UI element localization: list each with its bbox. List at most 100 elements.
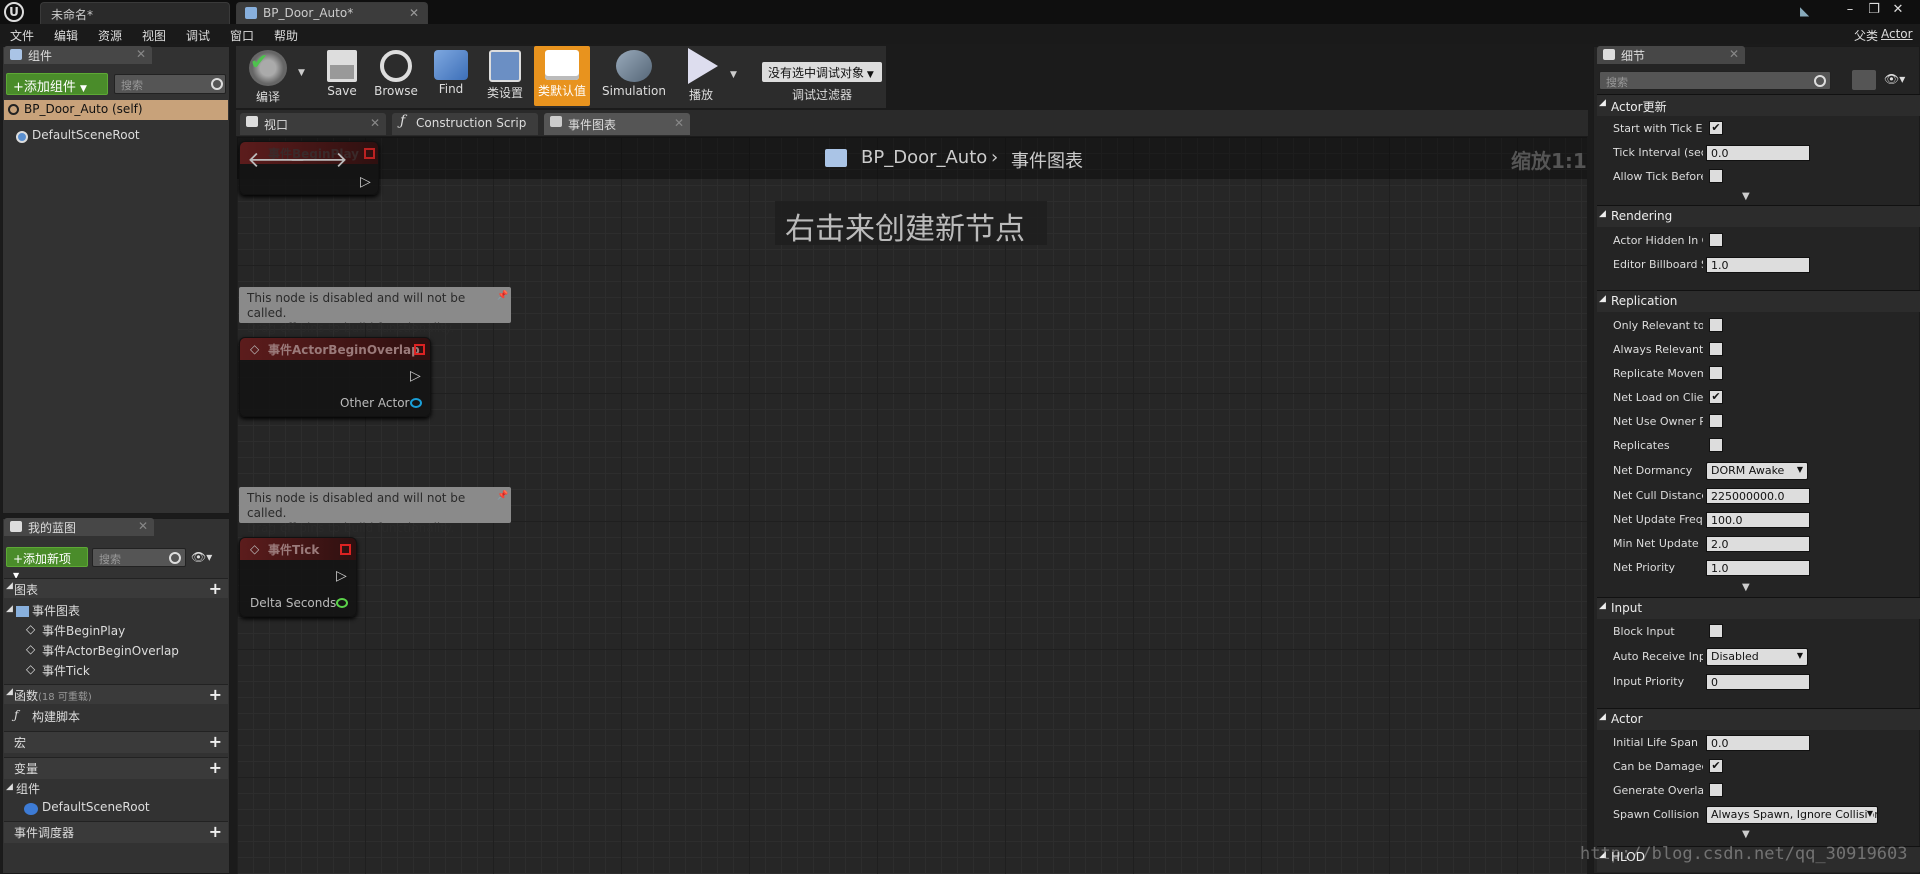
section-input[interactable]: ◢ Input [1597,597,1920,619]
forward-arrow-icon[interactable]: 🡒 [289,147,348,173]
class-settings-button[interactable]: 类设置 [480,46,530,106]
add-component-button[interactable]: +添加组件 ▼ [6,73,108,95]
breadcrumb-graph[interactable]: 事件图表 [1011,147,1083,173]
menu-window[interactable]: 窗口 [230,27,254,44]
section-actor-tick[interactable]: ◢ Actor更新 [1597,94,1920,116]
graph-item-event-graph[interactable]: ◢ 事件图表 [6,602,226,622]
add-macro-plus-icon[interactable]: + [209,732,222,751]
menu-debug[interactable]: 调试 [186,27,210,44]
add-variable-plus-icon[interactable]: + [209,758,222,777]
checkbox-allow-tick-before-begin[interactable] [1709,169,1723,183]
exec-pin-icon[interactable]: ▷ [336,568,347,584]
event-item-tick[interactable]: ◇ 事件Tick [24,662,224,682]
tab-components[interactable]: 组件 ✕ [4,46,152,64]
node-event-tick[interactable]: ◇ 事件Tick ▷ Delta Seconds [239,537,357,617]
advanced-expand-icon[interactable]: ▼ [1742,829,1750,840]
object-pin-icon[interactable] [410,398,422,408]
input-min-net-update-frequency[interactable]: 2.0 [1706,536,1810,552]
delegate-pin-icon[interactable] [414,344,425,355]
menu-file[interactable]: 文件 [10,27,34,44]
play-button[interactable]: 播放 [676,46,726,106]
variable-item-default-scene-root[interactable]: DefaultSceneRoot [22,800,222,820]
input-billboard-scale[interactable]: 1.0 [1706,257,1810,273]
close-icon[interactable]: ✕ [136,47,146,61]
checkbox-can-be-damaged[interactable]: ✔ [1709,759,1723,773]
visibility-eye-icon[interactable]: 👁▾ [1884,72,1905,86]
checkbox-net-load-on-client[interactable]: ✔ [1709,390,1723,404]
class-defaults-button[interactable]: 类默认值 [534,46,590,106]
event-item-beginplay[interactable]: ◇ 事件BeginPlay [24,622,224,642]
my-blueprint-search-input[interactable]: 搜索 [92,548,186,567]
checkbox-net-use-owner-relevancy[interactable] [1709,414,1723,428]
component-item-default-scene-root[interactable]: DefaultSceneRoot [14,128,224,148]
tab-viewport[interactable]: 视口 ✕ [240,113,386,135]
advanced-expand-icon[interactable]: ▼ [1742,582,1750,593]
event-item-actorbeginoverlap[interactable]: ◇ 事件ActorBeginOverlap [24,642,224,662]
checkbox-always-relevant[interactable] [1709,342,1723,356]
input-net-priority[interactable]: 1.0 [1706,560,1810,576]
parent-class-link[interactable]: Actor [1881,27,1913,41]
exec-pin-icon[interactable]: ▷ [410,368,421,384]
menu-assets[interactable]: 资源 [98,27,122,44]
simulation-button[interactable]: Simulation [598,46,670,106]
section-actor[interactable]: ◢ Actor [1597,708,1920,730]
input-net-cull-distance[interactable]: 225000000.0 [1706,488,1810,504]
chevron-down-icon[interactable]: ▼ [298,68,305,78]
section-macros[interactable]: 宏 + [4,731,228,753]
delegate-pin-icon[interactable] [340,544,351,555]
input-net-update-frequency[interactable]: 100.0 [1706,512,1810,528]
close-icon[interactable]: ✕ [370,116,380,130]
float-pin-icon[interactable] [336,598,348,608]
checkbox-actor-hidden[interactable] [1709,233,1723,247]
details-search-input[interactable]: 搜索 [1599,71,1831,90]
exec-pin-icon[interactable]: ▷ [360,174,371,190]
close-icon[interactable]: ✕ [138,519,148,533]
delegate-pin-icon[interactable] [364,148,375,159]
maximize-button[interactable]: ❐ [1864,2,1884,18]
close-icon[interactable]: ✕ [1729,47,1739,61]
tab-my-blueprint[interactable]: 我的蓝图 ✕ [4,518,154,536]
close-icon[interactable]: ✕ [409,6,419,20]
function-item-construction-script[interactable]: ƒ 构建脚本 [10,708,224,728]
visibility-eye-icon[interactable]: 👁▾ [191,550,212,564]
add-dispatcher-plus-icon[interactable]: + [209,822,222,841]
add-graph-plus-icon[interactable]: + [209,579,222,598]
pin-icon[interactable]: 📌 [497,489,508,504]
browse-button[interactable]: Browse [370,46,422,106]
menu-edit[interactable]: 编辑 [54,27,78,44]
variables-components-category[interactable]: ◢ 组件 [6,780,226,800]
compile-button[interactable]: ✔ 编译 [240,46,296,106]
section-functions[interactable]: ◢ 函数(18 可重载) + [4,684,228,704]
tab-event-graph[interactable]: 事件图表 ✕ [544,113,690,135]
section-event-dispatchers[interactable]: 事件调度器 + [4,821,228,843]
section-replication[interactable]: ◢ Replication [1597,290,1920,312]
checkbox-block-input[interactable] [1709,624,1723,638]
breadcrumb-blueprint[interactable]: BP_Door_Auto [861,147,987,168]
event-graph-canvas[interactable]: BP_Door_Auto › 事件图表 缩放1:1 右击来创建新节点 事件Beg… [237,137,1587,874]
checkbox-replicates[interactable] [1709,438,1723,452]
property-matrix-icon[interactable] [1852,70,1876,90]
notification-icon[interactable]: ◣ [1800,4,1816,18]
save-button[interactable]: Save [318,46,366,106]
pin-icon[interactable]: 📌 [497,289,508,304]
close-icon[interactable]: ✕ [674,116,684,130]
node-event-actorbeginoverlap[interactable]: ◇ 事件ActorBeginOverlap ▷ Other Actor [239,337,431,417]
chevron-down-icon[interactable]: ▼ [730,70,737,80]
section-variables[interactable]: 变量 + [4,757,228,779]
add-new-button[interactable]: +添加新项 ▼ [6,547,88,580]
menu-view[interactable]: 视图 [142,27,166,44]
checkbox-replicate-movement[interactable] [1709,366,1723,380]
checkbox-only-relevant-to-owner[interactable] [1709,318,1723,332]
dropdown-auto-receive-input[interactable]: Disabled ▼ [1706,648,1808,666]
components-search-input[interactable]: 搜索 [114,74,226,94]
tab-details[interactable]: 细节 ✕ [1597,46,1745,64]
add-function-plus-icon[interactable]: + [209,685,222,704]
doc-tab-untitled[interactable]: 未命名* [40,2,230,24]
minimize-button[interactable]: – [1840,2,1860,18]
doc-tab-bp-door-auto[interactable]: BP_Door_Auto* ✕ [236,2,428,24]
find-button[interactable]: Find [426,46,476,106]
menu-help[interactable]: 帮助 [274,27,298,44]
input-tick-interval[interactable]: 0.0 [1706,145,1810,161]
dropdown-spawn-collision-handling[interactable]: Always Spawn, Ignore Collisions ▼ [1706,806,1878,824]
dropdown-net-dormancy[interactable]: DORM Awake ▼ [1706,462,1808,480]
